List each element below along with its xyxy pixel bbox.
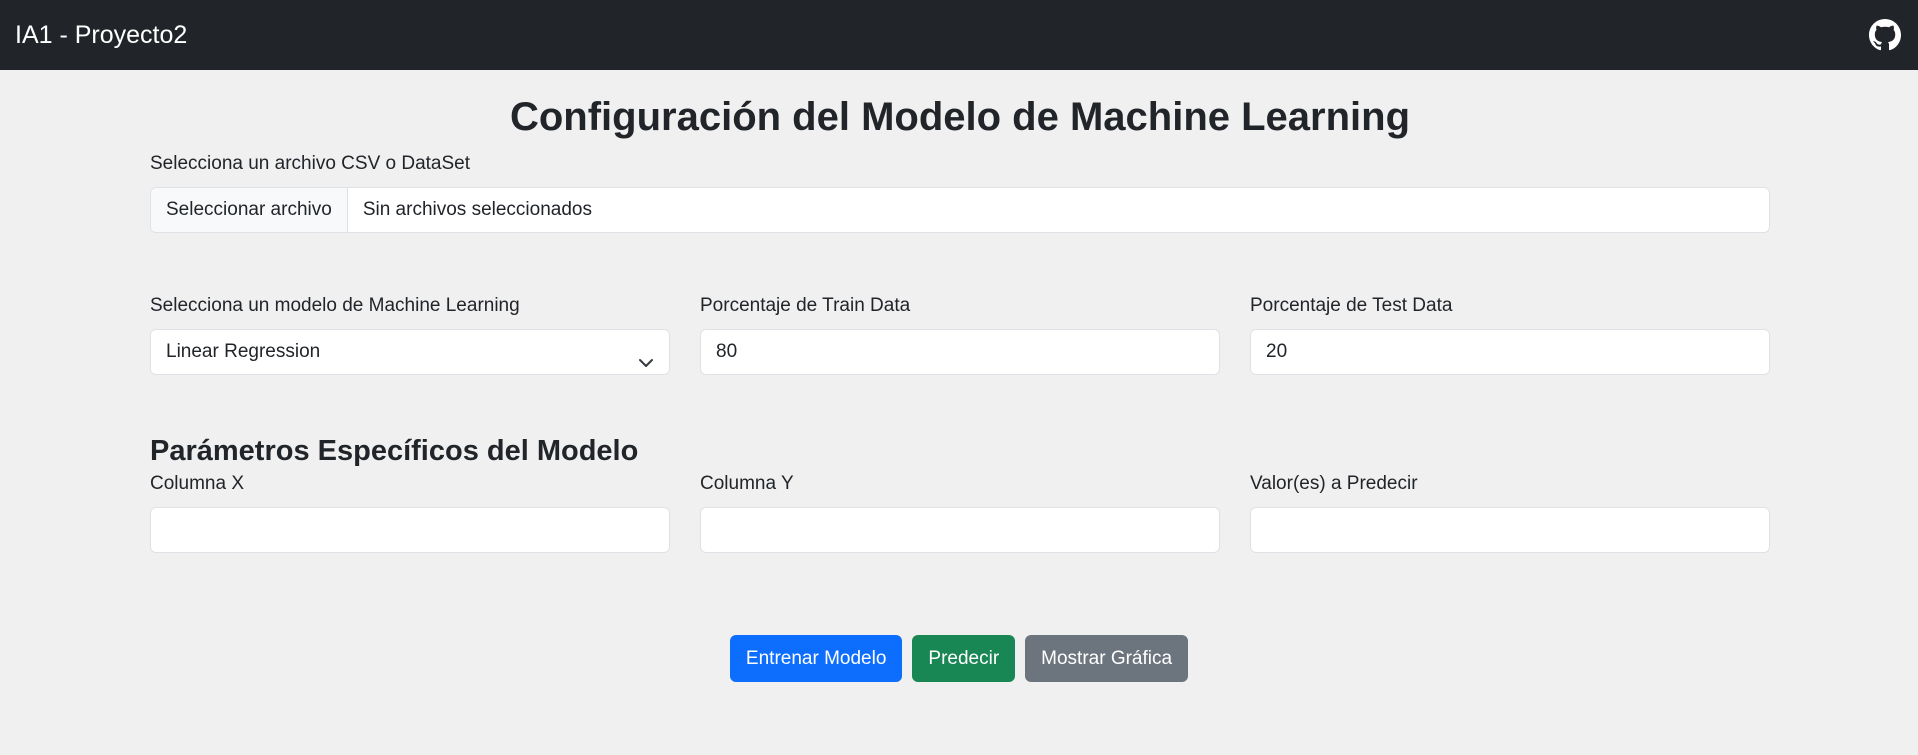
action-buttons: Entrenar Modelo Predecir Mostrar Gráfica [0, 635, 1918, 682]
config-row: Selecciona un modelo de Machine Learning… [150, 294, 1770, 375]
predict-button[interactable]: Predecir [912, 635, 1016, 682]
predict-values-input[interactable] [1250, 507, 1770, 553]
chevron-down-icon [638, 344, 654, 367]
file-input[interactable]: Seleccionar archivo Sin archivos selecci… [150, 187, 1770, 233]
model-group: Selecciona un modelo de Machine Learning… [150, 294, 670, 375]
file-status: Sin archivos seleccionados [362, 199, 592, 220]
col-y-group: Columna Y [700, 472, 1220, 553]
page-title: Configuración del Modelo de Machine Lear… [509, 95, 1411, 139]
navbar: IA1 - Proyecto2 [0, 0, 1918, 70]
column-x-input[interactable] [150, 507, 670, 553]
col-x-group: Columna X [150, 472, 670, 553]
navbar-brand[interactable]: IA1 - Proyecto2 [15, 21, 187, 50]
train-model-button[interactable]: Entrenar Modelo [729, 635, 903, 682]
show-chart-button[interactable]: Mostrar Gráfica [1025, 635, 1189, 682]
model-select[interactable]: Linear Regression [150, 329, 670, 375]
github-icon[interactable] [1869, 19, 1901, 51]
train-percentage-input[interactable] [700, 329, 1220, 375]
column-y-input[interactable] [700, 507, 1220, 553]
main-container: Configuración del Modelo de Machine Lear… [150, 70, 1770, 553]
test-percentage-input[interactable] [1250, 329, 1770, 375]
model-selected-value: Linear Regression [166, 341, 321, 362]
test-group: Porcentaje de Test Data [1250, 294, 1770, 375]
file-label: Selecciona un archivo CSV o DataSet [150, 153, 471, 174]
train-label: Porcentaje de Train Data [700, 295, 911, 316]
select-file-button[interactable]: Seleccionar archivo [151, 188, 348, 232]
model-label: Selecciona un modelo de Machine Learning [150, 295, 520, 316]
train-group: Porcentaje de Train Data [700, 294, 1220, 375]
col-y-label: Columna Y [700, 473, 794, 494]
predict-values-label: Valor(es) a Predecir [1250, 473, 1418, 494]
params-row: Columna X Columna Y Valor(es) a Predecir [150, 472, 1770, 553]
params-section-title: Parámetros Específicos del Modelo [150, 435, 639, 467]
col-x-label: Columna X [150, 473, 244, 494]
predict-values-group: Valor(es) a Predecir [1250, 472, 1770, 553]
test-label: Porcentaje de Test Data [1250, 295, 1453, 316]
